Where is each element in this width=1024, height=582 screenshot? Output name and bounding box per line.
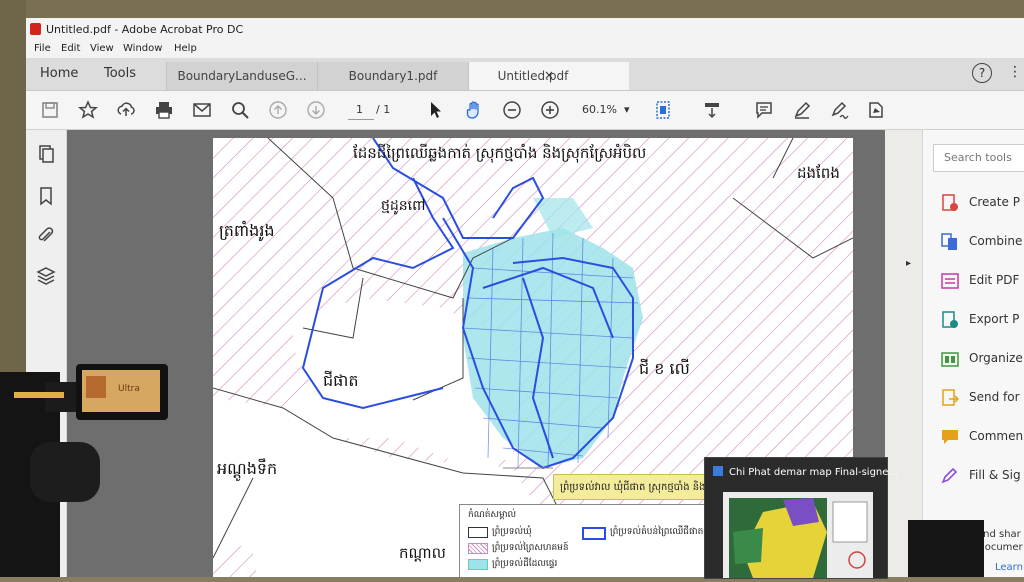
search-tools-input[interactable]: Search tools: [933, 144, 1024, 172]
fill-sign-icon[interactable]: [866, 100, 886, 120]
close-tab-icon[interactable]: ×: [469, 68, 629, 82]
title-bar: Untitled.pdf - Adobe Acrobat Pro DC: [26, 18, 1024, 40]
zoom-in-icon[interactable]: [540, 100, 560, 120]
tool-label: Organize: [969, 351, 1023, 365]
tools-pane: Search tools Create P Combine Edit PDF E…: [922, 130, 1024, 577]
bookmark-star-icon[interactable]: [78, 100, 98, 120]
tool-label: Combine: [969, 234, 1023, 248]
search-icon[interactable]: [230, 100, 250, 120]
taskbar-preview-popup[interactable]: Chi Phat demar map Final-signe...: [704, 457, 898, 579]
acrobat-app-icon: [30, 23, 41, 35]
bookmarks-icon[interactable]: [36, 186, 56, 206]
monitor-bezel-top: [0, 0, 1024, 18]
more-options-icon[interactable]: ⋮: [1008, 64, 1022, 80]
preview-title-text: Chi Phat demar map Final-signe...: [729, 467, 898, 478]
window-title: Untitled.pdf - Adobe Acrobat Pro DC: [46, 23, 244, 36]
tool-label: Edit PDF: [969, 273, 1020, 287]
legend-item-commune: ព្រំប្រទល់ឃុំ: [492, 527, 532, 537]
menu-bar: File Edit View Window Help: [26, 40, 1024, 58]
combine-files-icon: [941, 233, 959, 251]
zoom-dropdown-icon[interactable]: ▾: [624, 103, 630, 116]
tool-label: Send for: [969, 390, 1020, 404]
organize-pages-icon: [941, 350, 959, 368]
map-label-center-right: ជី ខ លើ: [639, 359, 690, 378]
preview-map-image: [723, 492, 873, 578]
create-pdf-icon: [941, 194, 959, 212]
tab-label: Boundary1.pdf: [348, 69, 438, 83]
legend-swatch-cyan: [468, 559, 488, 570]
print-icon[interactable]: [154, 100, 174, 120]
map-label-right-top: ដងពែង: [797, 164, 840, 182]
learn-more-link[interactable]: Learn: [995, 562, 1023, 573]
menu-file[interactable]: File: [34, 43, 51, 54]
menu-edit[interactable]: Edit: [61, 43, 80, 54]
menu-view[interactable]: View: [90, 43, 114, 54]
map-heading: ដែនដីព្រៃឈើឆ្លងកាត់ ស្រុកថ្មបាំង និងស្រុ…: [353, 144, 647, 162]
edit-pdf-icon: [941, 272, 959, 290]
comment-tool-icon: [941, 428, 959, 446]
fill-sign-tool-icon: [941, 467, 959, 485]
tool-label: Fill & Sig: [969, 468, 1021, 482]
sign-icon[interactable]: [830, 100, 850, 120]
legend-swatch-commune: [468, 527, 488, 538]
preview-thumbnail: [723, 492, 873, 578]
tab-boundary1[interactable]: Boundary1.pdf: [317, 62, 468, 90]
scroll-mode-icon[interactable]: [702, 100, 722, 120]
legend-title: កំណត់សម្គាល់: [468, 510, 517, 520]
search-tools-placeholder: Search tools: [944, 151, 1012, 164]
tab-boundary-landuse[interactable]: BoundaryLanduseG...: [166, 62, 317, 90]
foreground-object: [908, 520, 984, 577]
upload-cloud-icon[interactable]: [116, 100, 136, 120]
tool-label: Export P: [969, 312, 1020, 326]
tab-untitled[interactable]: Untitled.pdf ×: [468, 62, 629, 90]
collapse-panel-icon[interactable]: ▸: [906, 258, 911, 269]
highlight-pen-icon[interactable]: [792, 100, 812, 120]
main-toolbar: 1 / 1 60.1% ▾: [26, 91, 1024, 130]
legend-swatch-blue: [582, 527, 606, 540]
tool-label: Create P: [969, 195, 1020, 209]
comment-icon[interactable]: [754, 100, 774, 120]
page-down-icon[interactable]: [306, 100, 326, 120]
email-icon[interactable]: [192, 100, 212, 120]
send-for-review-icon: [941, 389, 960, 407]
map-callout-text: ព្រំប្រទល់វាល ឃុំជីផាត ស្រុកថ្មបាំង និងឃ…: [560, 482, 725, 493]
attachments-icon[interactable]: [36, 226, 56, 246]
fit-page-icon[interactable]: [654, 100, 674, 120]
page-thumbnails-icon[interactable]: [36, 144, 56, 164]
export-pdf-icon: [941, 311, 959, 329]
camera-foreground: Ultra: [0, 362, 170, 577]
map-label-top-village: ថ្មដូនពៅ: [381, 198, 426, 214]
menu-window[interactable]: Window: [123, 43, 162, 54]
legend-item-cyan: ព្រំប្រទល់ដីដែលផ្ទេរ: [492, 559, 558, 569]
legend-swatch-hatch: [468, 543, 488, 554]
page-up-icon[interactable]: [268, 100, 288, 120]
hand-tool-icon[interactable]: [464, 100, 484, 120]
preview-title: Chi Phat demar map Final-signe...: [713, 466, 898, 478]
legend-item-hatch: ព្រំប្រទល់ព្រៃសហគមន៍: [492, 543, 569, 553]
menu-help[interactable]: Help: [174, 43, 197, 54]
camera-silhouette: [0, 364, 168, 577]
nav-home[interactable]: Home: [40, 66, 78, 81]
zoom-level[interactable]: 60.1%: [582, 103, 617, 116]
tab-bar: Home Tools BoundaryLanduseG... Boundary1…: [26, 58, 1024, 91]
tool-label: Commen: [969, 429, 1024, 443]
page-current: 1: [356, 103, 363, 116]
select-cursor-icon[interactable]: [426, 100, 446, 120]
map-label-bottom-left: អណ្តូងទឹក: [217, 459, 278, 478]
zoom-out-icon[interactable]: [502, 100, 522, 120]
tab-label: BoundaryLanduseG...: [177, 69, 307, 83]
nav-tools[interactable]: Tools: [104, 66, 136, 81]
layers-icon[interactable]: [36, 266, 56, 286]
camera-screen-text: Ultra: [118, 384, 140, 394]
help-icon[interactable]: ?: [972, 63, 992, 83]
page-total: / 1: [376, 103, 391, 116]
map-label-bottom-center: កណ្តាល: [399, 544, 446, 562]
save-icon[interactable]: [40, 100, 60, 120]
map-label-center-left: ជីផាត: [323, 371, 359, 390]
acrobat-window-icon: [713, 466, 723, 476]
map-label-left-commune: ត្រពាំងរូង: [219, 221, 275, 240]
